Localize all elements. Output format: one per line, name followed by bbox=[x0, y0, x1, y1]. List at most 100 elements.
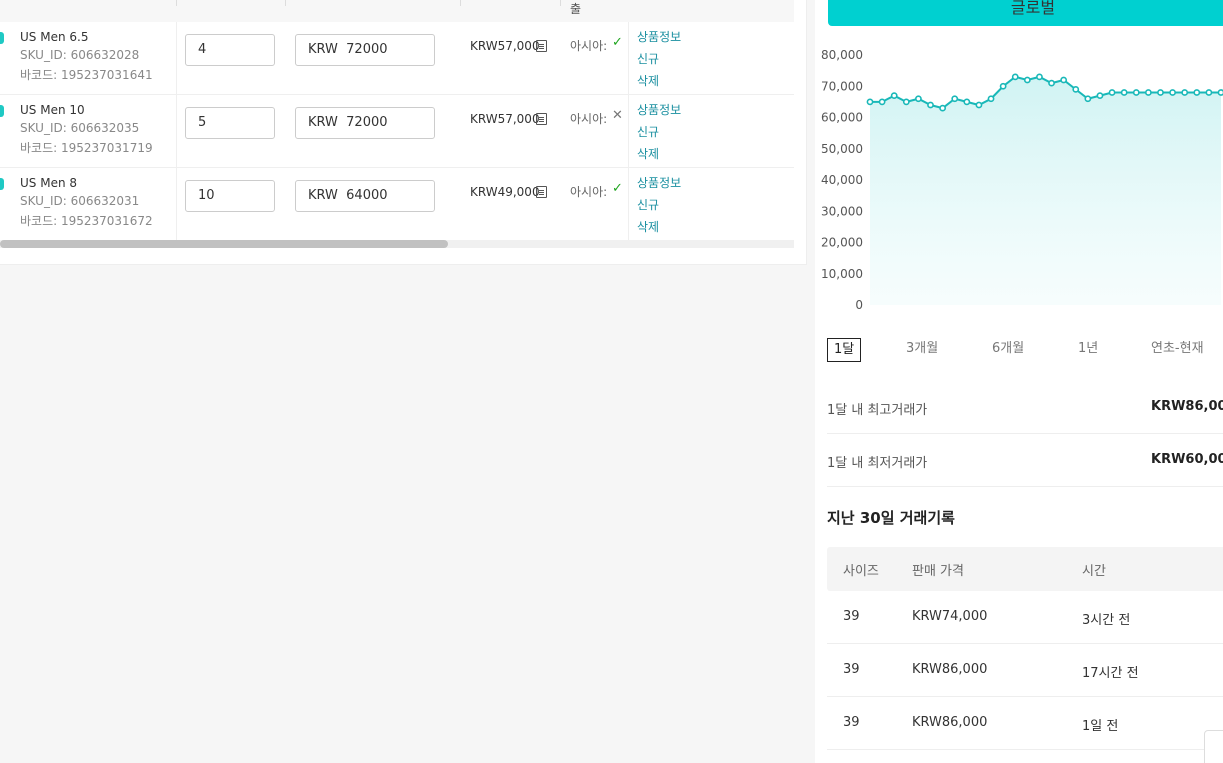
document-icon[interactable] bbox=[536, 186, 547, 198]
row-size: US Men 8 bbox=[20, 176, 78, 190]
price-input[interactable]: KRW 64000 bbox=[295, 180, 435, 212]
history-table-header: 사이즈 판매 가격 시간 bbox=[827, 547, 1223, 591]
price-point[interactable] bbox=[1108, 89, 1116, 96]
region-label: 아시아: bbox=[570, 39, 608, 53]
region-label: 아시아: bbox=[570, 112, 608, 126]
price-point[interactable] bbox=[1060, 76, 1068, 84]
price-point[interactable] bbox=[1157, 89, 1164, 96]
stat-highest: 1달 내 최고거래가 KRW86,000 bbox=[827, 381, 1223, 434]
column-divider bbox=[628, 22, 629, 94]
price-point[interactable] bbox=[939, 104, 947, 112]
history-header-time: 시간 bbox=[1082, 564, 1106, 579]
tab-6-months[interactable]: 6개월 bbox=[992, 338, 1024, 360]
new-link[interactable]: 신규 bbox=[637, 50, 659, 67]
row-size: US Men 10 bbox=[20, 103, 85, 117]
y-tick-label: 50,000 bbox=[821, 142, 863, 156]
price-point[interactable] bbox=[1144, 89, 1152, 96]
scrollbar-thumb[interactable] bbox=[0, 240, 448, 248]
price-point[interactable] bbox=[1217, 89, 1223, 96]
delete-link[interactable]: 삭제 bbox=[637, 218, 659, 235]
quantity-input[interactable]: 4 bbox=[185, 34, 275, 66]
row-select-checkbox[interactable] bbox=[0, 105, 4, 117]
history-header-size: 사이즈 bbox=[843, 564, 879, 579]
period-tabs: 1달 3개월 6개월 1년 연초-현재 bbox=[827, 338, 1223, 362]
price-point[interactable] bbox=[951, 95, 959, 103]
history-row: 39 KRW74,000 3시간 전 bbox=[827, 591, 1223, 644]
stat-highest-value: KRW86,000 bbox=[1151, 399, 1223, 414]
header-divider bbox=[285, 0, 286, 6]
price-point[interactable] bbox=[1169, 89, 1176, 96]
delete-link[interactable]: 삭제 bbox=[637, 145, 659, 162]
price-point[interactable] bbox=[1205, 89, 1213, 96]
header-label-partial: 출 bbox=[570, 2, 582, 16]
horizontal-scrollbar[interactable] bbox=[0, 240, 794, 248]
y-tick-label: 20,000 bbox=[821, 236, 863, 250]
table-row: US Men 6.5 SKU_ID: 606632028 바코드: 19523703… bbox=[0, 22, 794, 95]
price-point[interactable] bbox=[878, 98, 886, 106]
y-tick-label: 10,000 bbox=[821, 267, 863, 281]
price-point[interactable] bbox=[1036, 73, 1043, 81]
tab-1-month[interactable]: 1달 bbox=[827, 338, 862, 362]
tab-3-months[interactable]: 3개월 bbox=[906, 338, 938, 360]
stat-highest-label: 1달 내 최고거래가 bbox=[827, 403, 928, 418]
delete-link[interactable]: 삭제 bbox=[637, 72, 659, 89]
row-size: US Men 6.5 bbox=[20, 30, 89, 44]
row-select-checkbox[interactable] bbox=[0, 178, 4, 190]
price-point[interactable] bbox=[1048, 79, 1055, 87]
price-point[interactable] bbox=[1181, 89, 1189, 96]
tab-1-year[interactable]: 1년 bbox=[1078, 338, 1098, 360]
region-status-icon: ✓ bbox=[612, 181, 623, 196]
price-point[interactable] bbox=[1023, 76, 1031, 84]
global-button[interactable]: 글로벌 bbox=[828, 0, 1223, 26]
price-point[interactable] bbox=[1132, 89, 1140, 96]
price-point[interactable] bbox=[1096, 92, 1104, 100]
price-point[interactable] bbox=[1084, 95, 1092, 103]
history-size: 39 bbox=[843, 609, 860, 624]
price-point[interactable] bbox=[1011, 73, 1019, 81]
document-icon[interactable] bbox=[536, 113, 547, 125]
price-point[interactable] bbox=[890, 92, 898, 100]
row-barcode: 바코드: 195237031719 bbox=[20, 141, 153, 155]
product-info-link[interactable]: 상품정보 bbox=[637, 101, 681, 118]
price-point[interactable] bbox=[1193, 89, 1201, 96]
price-point[interactable] bbox=[927, 101, 934, 109]
price-input[interactable]: KRW 72000 bbox=[295, 107, 435, 139]
column-divider bbox=[176, 168, 177, 240]
quantity-input[interactable]: 5 bbox=[185, 107, 275, 139]
price-point[interactable] bbox=[915, 95, 922, 103]
price-point[interactable] bbox=[866, 98, 874, 106]
new-link[interactable]: 신규 bbox=[637, 196, 659, 213]
table-row: US Men 8 SKU_ID: 606632031 바코드: 1952370316… bbox=[0, 168, 794, 241]
stat-lowest-label: 1달 내 최저거래가 bbox=[827, 456, 928, 471]
document-icon[interactable] bbox=[536, 40, 547, 52]
price-point[interactable] bbox=[1072, 85, 1080, 93]
floating-widget[interactable] bbox=[1204, 730, 1223, 763]
y-tick-label: 80,000 bbox=[821, 48, 863, 62]
tab-ytd[interactable]: 연초-현재 bbox=[1151, 338, 1204, 360]
region-label: 아시아: bbox=[570, 185, 608, 199]
quantity-input[interactable]: 10 bbox=[185, 180, 275, 212]
region-status-icon: ✕ bbox=[612, 108, 623, 123]
price-point[interactable] bbox=[975, 101, 983, 109]
product-info-link[interactable]: 상품정보 bbox=[637, 28, 681, 45]
price-point[interactable] bbox=[1120, 89, 1128, 96]
header-divider bbox=[460, 0, 461, 6]
y-tick-label: 60,000 bbox=[821, 111, 863, 125]
row-select-checkbox[interactable] bbox=[0, 32, 4, 44]
price-point[interactable] bbox=[987, 95, 995, 103]
history-size: 39 bbox=[843, 662, 860, 677]
price-chart: 80,000 70,000 60,000 50,000 40,000 30,000 20,0… bbox=[821, 48, 1223, 312]
product-info-link[interactable]: 상품정보 bbox=[637, 174, 681, 191]
price-input[interactable]: KRW 72000 bbox=[295, 34, 435, 66]
price-point[interactable] bbox=[902, 98, 910, 106]
history-time: 3시간 전 bbox=[1082, 613, 1131, 628]
price-point[interactable] bbox=[999, 82, 1007, 90]
region-status-icon: ✓ bbox=[612, 35, 623, 50]
new-link[interactable]: 신규 bbox=[637, 123, 659, 140]
stat-lowest: 1달 내 최저거래가 KRW60,000 bbox=[827, 434, 1223, 487]
table-header: 출 bbox=[0, 0, 794, 22]
history-time: 17시간 전 bbox=[1082, 666, 1139, 681]
history-header-price: 판매 가격 bbox=[912, 564, 964, 579]
price-point[interactable] bbox=[963, 98, 971, 106]
price-history-panel: 글로벌 80,000 70,000 60,000 50,000 40,000 30,000… bbox=[815, 0, 1223, 763]
